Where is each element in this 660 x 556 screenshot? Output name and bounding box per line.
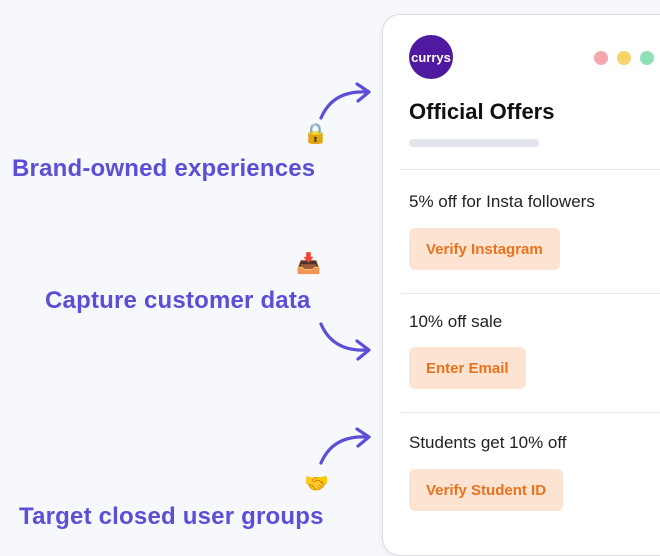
inbox-tray-icon: 📥 [296,253,321,275]
handshake-icon: 🤝 [304,473,329,495]
card-title: Official Offers [409,99,555,124]
offer-student-text: Students get 10% off [409,433,567,452]
divider [401,412,660,413]
callout-capture-data: Capture customer data [45,287,311,314]
callout-brand-owned: Brand-owned experiences [12,155,316,182]
enter-email-button[interactable]: Enter Email [409,347,526,389]
window-dot-red [594,51,608,65]
arrow-down-right-icon [319,322,371,361]
window-dot-green [640,51,654,65]
arrow-up-right-icon [319,427,371,465]
offer-sale-text: 10% off sale [409,312,503,331]
divider [401,293,660,294]
currys-logo: currys [409,35,453,79]
divider [401,169,660,170]
callout-target-groups: Target closed user groups [19,503,324,530]
window-dot-yellow [617,51,631,65]
offers-card: currys Official Offers 5% off for Insta … [382,14,660,556]
placeholder-bar [409,139,539,147]
lock-icon: 🔒 [303,123,328,145]
arrow-up-right-icon [319,82,371,120]
offer-insta-text: 5% off for Insta followers [409,192,595,211]
verify-instagram-button[interactable]: Verify Instagram [409,228,560,270]
verify-student-id-button[interactable]: Verify Student ID [409,469,564,511]
